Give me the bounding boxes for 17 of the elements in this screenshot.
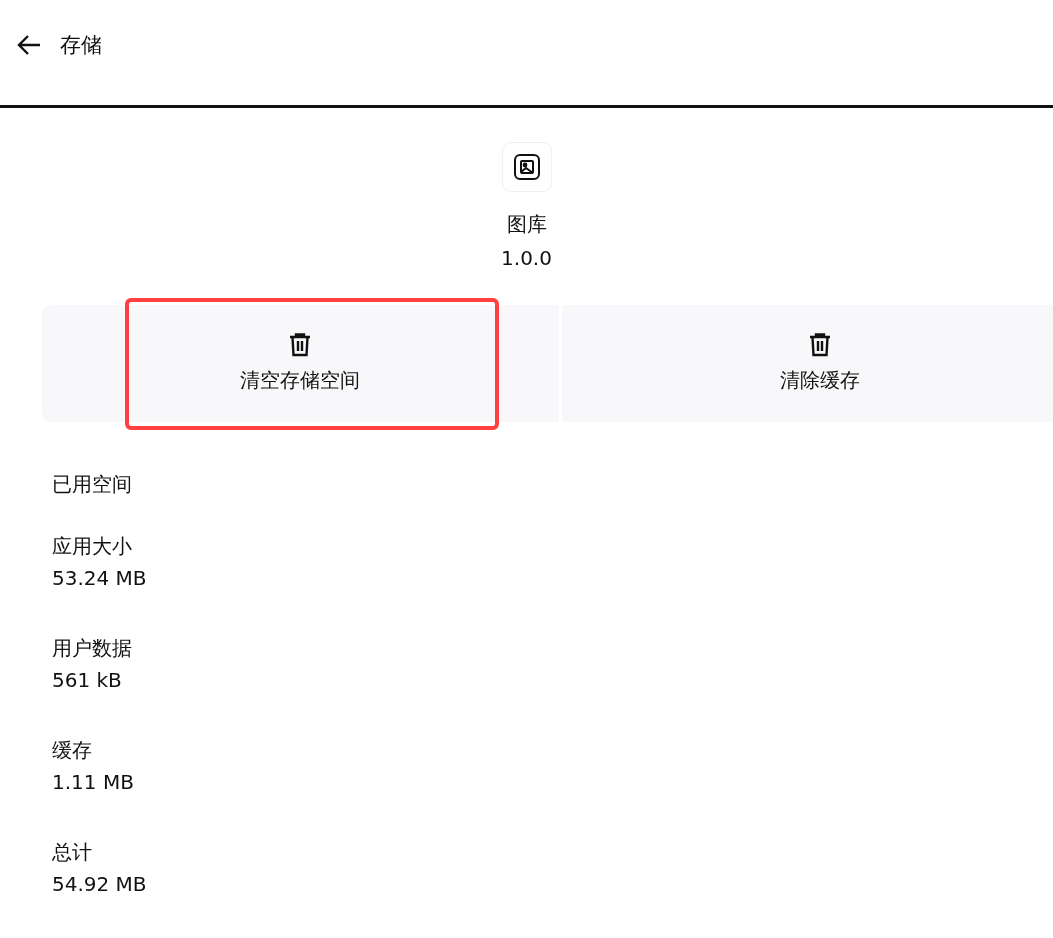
- clear-storage-button[interactable]: 清空存储空间: [42, 305, 559, 422]
- trash-icon: [289, 333, 312, 357]
- usage-value: 561 kB: [52, 667, 123, 694]
- usage-value: 54.92 MB: [52, 871, 148, 898]
- section-title: 已用空间: [52, 471, 133, 498]
- app-version: 1.0.0: [501, 245, 552, 271]
- page-title: 存储: [60, 32, 102, 59]
- usage-label: 应用大小: [52, 533, 133, 560]
- usage-label: 缓存: [52, 737, 93, 764]
- app-name: 图库: [506, 211, 547, 237]
- gallery-app-icon: [502, 143, 551, 191]
- usage-label: 总计: [52, 839, 93, 866]
- clear-cache-button[interactable]: 清除缓存: [561, 305, 1053, 422]
- usage-label: 用户数据: [52, 635, 133, 662]
- usage-value: 53.24 MB: [52, 565, 148, 592]
- usage-value: 1.11 MB: [52, 769, 135, 796]
- trash-icon: [808, 333, 831, 357]
